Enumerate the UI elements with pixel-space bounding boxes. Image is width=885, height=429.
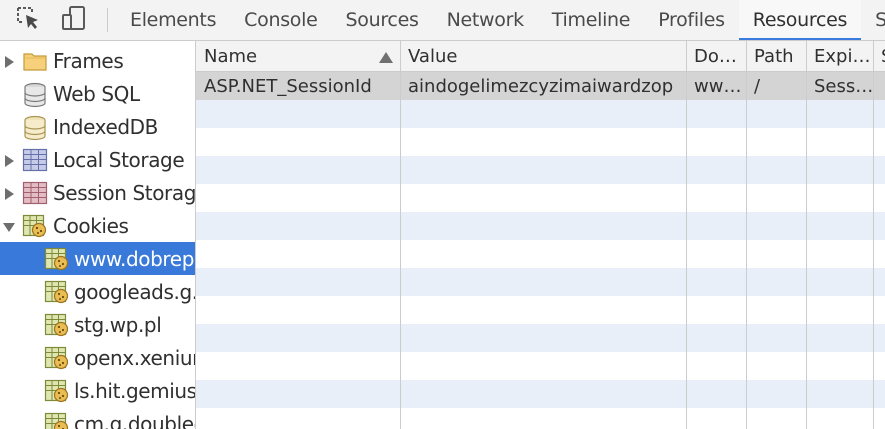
tree-item-label: cm.g.doublecl [74, 412, 196, 429]
tree-item-cookie-domain[interactable]: googleads.g.d [0, 275, 195, 308]
tree-item-label: Local Storage [53, 148, 185, 172]
tab-network[interactable]: Network [433, 0, 538, 40]
column-divider[interactable] [686, 41, 687, 429]
cookie-name-cell: ASP.NET_SessionId [204, 76, 372, 97]
device-mode-button[interactable] [52, 0, 96, 40]
storage-grid-icon [22, 181, 48, 205]
storage-grid-icon [22, 148, 48, 172]
tab-resources[interactable]: Resources [738, 0, 862, 40]
empty-row [196, 128, 885, 156]
cookie-expires-cell: Sess… [814, 76, 873, 97]
tree-item-cookie-domain[interactable]: openx.xenium [0, 341, 195, 374]
device-mode-icon [60, 4, 88, 36]
column-header-value[interactable]: Value [400, 41, 686, 71]
column-header-domain[interactable]: Do… [686, 41, 746, 71]
empty-row [196, 380, 885, 408]
cookie-path-cell: / [754, 76, 761, 97]
cookies-table: ASP.NET_SessionId aindogelimezcyzimaiwar… [196, 41, 885, 429]
expand-arrow-icon[interactable] [5, 56, 14, 68]
devtools-window: Elements Console Sources Network Timelin… [0, 0, 885, 429]
toolbar-separator [107, 8, 108, 32]
column-header-expires[interactable]: Expi… [806, 41, 873, 71]
cookie-icon [44, 379, 70, 403]
collapse-arrow-icon[interactable] [3, 223, 15, 232]
tree-item-cookie-domain[interactable]: ls.hit.gemius.p [0, 374, 196, 407]
tree-item-session-storage[interactable]: Session Storage [0, 176, 196, 209]
tree-item-web-sql[interactable]: Web SQL [0, 77, 195, 110]
tree-item-cookie-domain[interactable]: stg.wp.pl [0, 308, 195, 341]
cookie-icon [44, 412, 70, 429]
tree-item-label: ls.hit.gemius.p [74, 379, 196, 403]
tab-profiles[interactable]: Profiles [644, 0, 739, 40]
cookie-size-cell [873, 72, 885, 100]
column-divider[interactable] [400, 41, 401, 429]
column-header-name[interactable]: Name [196, 41, 400, 71]
tab-sources[interactable]: Sources [332, 0, 433, 40]
column-header-path[interactable]: Path [746, 41, 806, 71]
empty-row [196, 156, 885, 184]
empty-row [196, 408, 885, 429]
tab-timeline[interactable]: Timeline [538, 0, 644, 40]
tree-item-label: Cookies [53, 214, 129, 238]
cookie-icon [44, 346, 70, 370]
database-icon [22, 82, 48, 108]
tree-item-label: Web SQL [53, 82, 140, 106]
tree-item-local-storage[interactable]: Local Storage [0, 143, 195, 176]
tree-item-frames[interactable]: Frames [0, 44, 195, 77]
column-divider[interactable] [746, 41, 747, 429]
empty-row [196, 324, 885, 352]
tree-item-label: IndexedDB [53, 115, 158, 139]
tree-item-cookie-domain[interactable]: www.dobrepr [0, 242, 196, 275]
cookie-value-cell: aindogelimezcyzimaiwardzop [408, 76, 674, 97]
main-toolbar: Elements Console Sources Network Timelin… [0, 0, 885, 41]
cookie-domain-cell: ww… [694, 76, 742, 97]
table-header: Name Value Do… Path Expi… S [196, 41, 885, 72]
tree-item-label: googleads.g.d [74, 280, 195, 304]
tree-item-label: openx.xenium [74, 346, 195, 370]
column-divider[interactable] [806, 41, 807, 429]
table-row[interactable]: ASP.NET_SessionId aindogelimezcyzimaiwar… [196, 72, 885, 100]
empty-row [196, 352, 885, 380]
tree-item-cookies[interactable]: Cookies [0, 209, 195, 242]
inspect-element-button[interactable] [6, 0, 50, 40]
inspect-element-icon [15, 5, 41, 35]
column-header-label: Name [204, 46, 258, 67]
empty-row [196, 184, 885, 212]
tree-item-label: stg.wp.pl [74, 313, 162, 337]
empty-row [196, 212, 885, 240]
tree-item-cookie-domain[interactable]: cm.g.doublecl [0, 407, 196, 429]
expand-arrow-icon[interactable] [5, 155, 14, 167]
tree-item-label: Session Storage [53, 181, 196, 205]
tree-item-indexeddb[interactable]: IndexedDB [0, 110, 195, 143]
column-divider[interactable] [873, 41, 874, 429]
cookie-icon [44, 247, 70, 271]
cookie-icon [44, 313, 70, 337]
expand-arrow-icon[interactable] [5, 188, 14, 200]
tree-item-label: Frames [53, 49, 124, 73]
tab-security-truncated[interactable]: S [861, 0, 885, 40]
resources-sidebar: Frames Web SQL IndexedDB Local Storage S… [0, 41, 196, 429]
column-header-size[interactable]: S [873, 41, 885, 71]
empty-row [196, 240, 885, 268]
tab-elements[interactable]: Elements [116, 0, 230, 40]
database-icon [22, 115, 48, 141]
tree-item-label: www.dobrepr [74, 247, 196, 271]
folder-icon [22, 49, 48, 73]
tab-console[interactable]: Console [230, 0, 331, 40]
empty-row [196, 100, 885, 128]
panel-tabs: Elements Console Sources Network Timelin… [116, 0, 885, 40]
cookie-icon [44, 280, 70, 304]
empty-row [196, 268, 885, 296]
sort-ascending-icon [379, 52, 393, 63]
cookie-icon [22, 214, 48, 238]
empty-row [196, 296, 885, 324]
